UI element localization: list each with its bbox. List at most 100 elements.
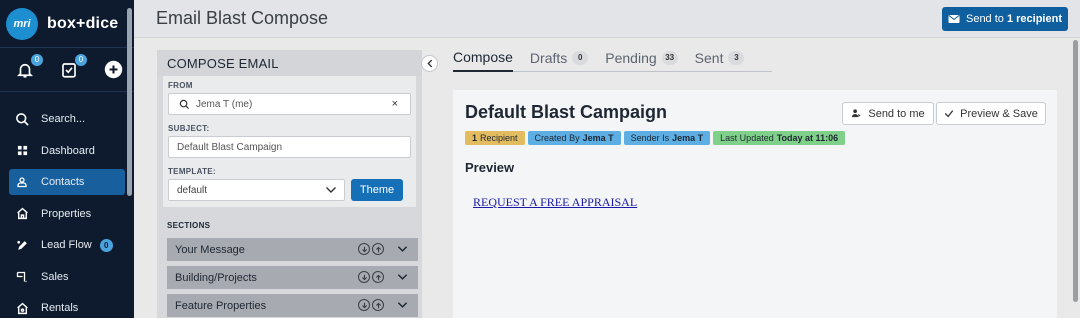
top-bar: Email Blast Compose Send to 1 recipient [134, 0, 1080, 38]
updated-label: Last Updated [720, 133, 774, 143]
tab-count: 33 [661, 50, 678, 65]
notifications-badge: 0 [31, 53, 43, 66]
section-title: Your Message [175, 243, 245, 256]
send-to-recipients-button[interactable]: Send to 1 recipient [942, 7, 1068, 31]
section-row[interactable]: Building/Projects [167, 266, 418, 289]
sidebar-item-sales[interactable]: Sales [9, 264, 125, 290]
move-up-icon[interactable] [372, 243, 384, 255]
preview-save-label: Preview & Save [960, 107, 1038, 120]
tab-count: 0 [572, 50, 589, 65]
from-field[interactable]: Jema T (me) × [168, 93, 411, 115]
sidebar-item-rentals[interactable]: Rentals [9, 295, 125, 318]
section-row[interactable]: Feature Properties [167, 294, 418, 317]
notifications-button[interactable]: 0 [14, 53, 43, 81]
preview-save-button[interactable]: Preview & Save [936, 102, 1046, 125]
campaign-badges: 1 Recipient Created By Jema T Sender Is Jem… [465, 131, 846, 145]
tab-drafts[interactable]: Drafts 0 [529, 44, 589, 71]
sections-label: SECTIONS [167, 221, 211, 230]
sidebar-item-dashboard[interactable]: Dashboard [9, 138, 125, 164]
template-value: default [177, 184, 208, 196]
page-title: Email Blast Compose [156, 8, 329, 28]
sidebar-item-contacts[interactable]: Contacts [9, 169, 125, 195]
mri-logo[interactable]: mri [6, 7, 38, 40]
clear-icon[interactable]: × [392, 98, 398, 110]
from-value: Jema T (me) [196, 98, 253, 110]
collapse-panel-button[interactable] [421, 55, 438, 72]
chevron-down-icon [326, 187, 336, 193]
main-scrollbar[interactable] [1073, 40, 1078, 302]
theme-button[interactable]: Theme [351, 179, 403, 201]
sender-badge: Sender Is Jema T [623, 131, 711, 145]
send-button-label: Send to 1 recipient [966, 13, 1062, 25]
subject-label: SUBJECT: [168, 124, 210, 133]
section-title: Feature Properties [175, 299, 267, 312]
chevron-left-icon [426, 59, 432, 68]
chevron-down-icon[interactable] [397, 245, 408, 253]
recipient-badge: 1 Recipient [465, 131, 525, 145]
from-label: FROM [168, 81, 193, 90]
tab-count: 3 [728, 50, 745, 65]
sender-label: Sender Is [630, 133, 670, 143]
move-down-icon[interactable] [358, 299, 370, 311]
section-reorder [358, 271, 384, 283]
quick-actions: 0 0 [0, 48, 134, 92]
move-down-icon[interactable] [358, 243, 370, 255]
compose-panel: COMPOSE EMAIL FROM Jema T (me) × SUBJECT… [157, 50, 422, 318]
lead-flow-icon [14, 237, 30, 253]
tab-label: Pending [605, 49, 657, 66]
brand-name: box+dice [47, 14, 119, 32]
search-icon [14, 111, 30, 127]
recipient-count: 1 [472, 133, 478, 143]
add-button[interactable] [102, 59, 124, 81]
section-reorder [358, 299, 384, 311]
sidebar-scrollbar[interactable] [127, 8, 132, 196]
tab-label: Sent [694, 49, 724, 66]
tasks-badge: 0 [75, 53, 87, 66]
logo-row: mri box+dice [0, 0, 134, 48]
tab-compose[interactable]: Compose [453, 44, 513, 72]
tabs: Compose Drafts 0 Pending 33 Sent 3 [453, 44, 772, 72]
tab-pending[interactable]: Pending 33 [605, 44, 678, 71]
contact-icon [14, 174, 30, 190]
tasks-button[interactable]: 0 [58, 53, 87, 81]
envelope-icon [948, 15, 960, 23]
lead-flow-badge: 0 [99, 238, 113, 252]
home-icon [14, 206, 30, 222]
sales-icon [14, 269, 30, 285]
tab-label: Compose [453, 49, 513, 65]
send-to-me-button[interactable]: Send to me [842, 102, 934, 125]
last-updated-badge: Last Updated Today at 11:06 [713, 131, 846, 145]
move-up-icon[interactable] [372, 271, 384, 283]
sidebar-item-label: Lead Flow [41, 239, 92, 251]
chevron-down-icon[interactable] [397, 273, 408, 281]
campaign-title: Default Blast Campaign [465, 102, 668, 122]
search-icon [179, 99, 190, 110]
compose-form: FROM Jema T (me) × SUBJECT: Default Blas… [163, 76, 416, 207]
template-select[interactable]: default [168, 179, 345, 201]
tab-sent[interactable]: Sent 3 [695, 44, 745, 71]
move-up-icon[interactable] [372, 299, 384, 311]
template-label: TEMPLATE: [168, 167, 216, 176]
compose-heading: COMPOSE EMAIL [157, 50, 422, 76]
section-row[interactable]: Your Message [167, 238, 418, 261]
sidebar: mri box+dice 0 0 Search... Dashboard Con… [0, 0, 134, 318]
chevron-down-icon[interactable] [397, 301, 408, 309]
tab-label: Drafts [529, 49, 568, 66]
subject-field[interactable]: Default Blast Campaign [168, 136, 411, 158]
move-down-icon[interactable] [358, 271, 370, 283]
sender-value: Jema T [672, 133, 704, 143]
sidebar-item-properties[interactable]: Properties [9, 201, 125, 227]
recipient-label: Recipient [480, 133, 518, 143]
send-prefix: Send to [965, 13, 1004, 25]
sidebar-item-lead-flow[interactable]: Lead Flow 0 [9, 232, 125, 258]
preview-heading: Preview [465, 160, 515, 175]
sidebar-item-search[interactable]: Search... [9, 106, 125, 132]
main-area: Email Blast Compose Send to 1 recipient … [134, 0, 1080, 318]
send-count: 1 recipient [1006, 13, 1062, 25]
appraisal-link[interactable]: REQUEST A FREE APPRAISAL [473, 195, 637, 210]
section-title: Building/Projects [175, 271, 257, 284]
sidebar-item-label: Sales [41, 270, 69, 283]
send-to-me-label: Send to me [868, 107, 925, 120]
user-send-icon [852, 109, 861, 118]
sidebar-item-label: Properties [41, 207, 92, 220]
